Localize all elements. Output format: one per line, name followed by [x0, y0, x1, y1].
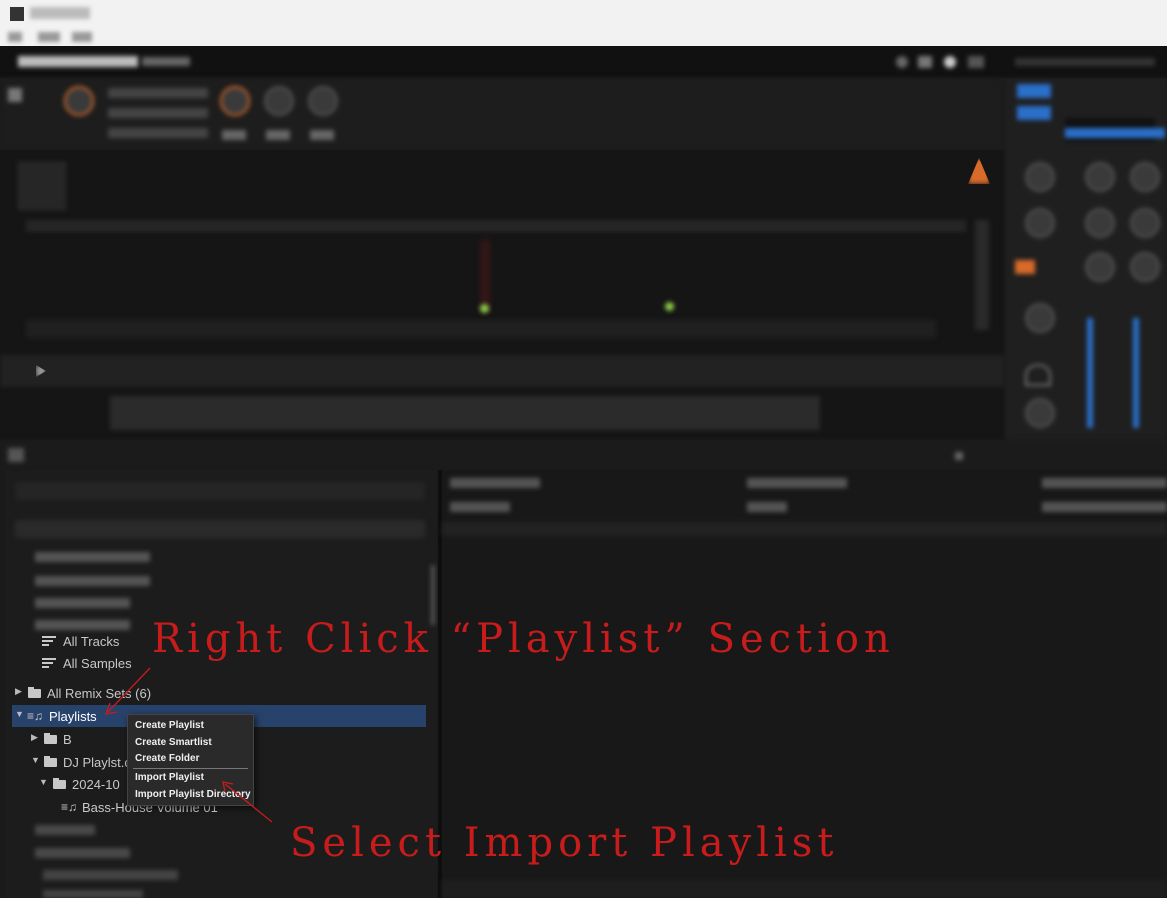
annotation-arrows: [105, 667, 273, 823]
arrow-to-playlists: [107, 667, 151, 713]
annotation-select-import: Select Import Playlist: [290, 820, 839, 866]
arrow-to-import: [224, 783, 273, 823]
annotation-right-click: Right Click “Playlist” Section: [152, 616, 895, 662]
